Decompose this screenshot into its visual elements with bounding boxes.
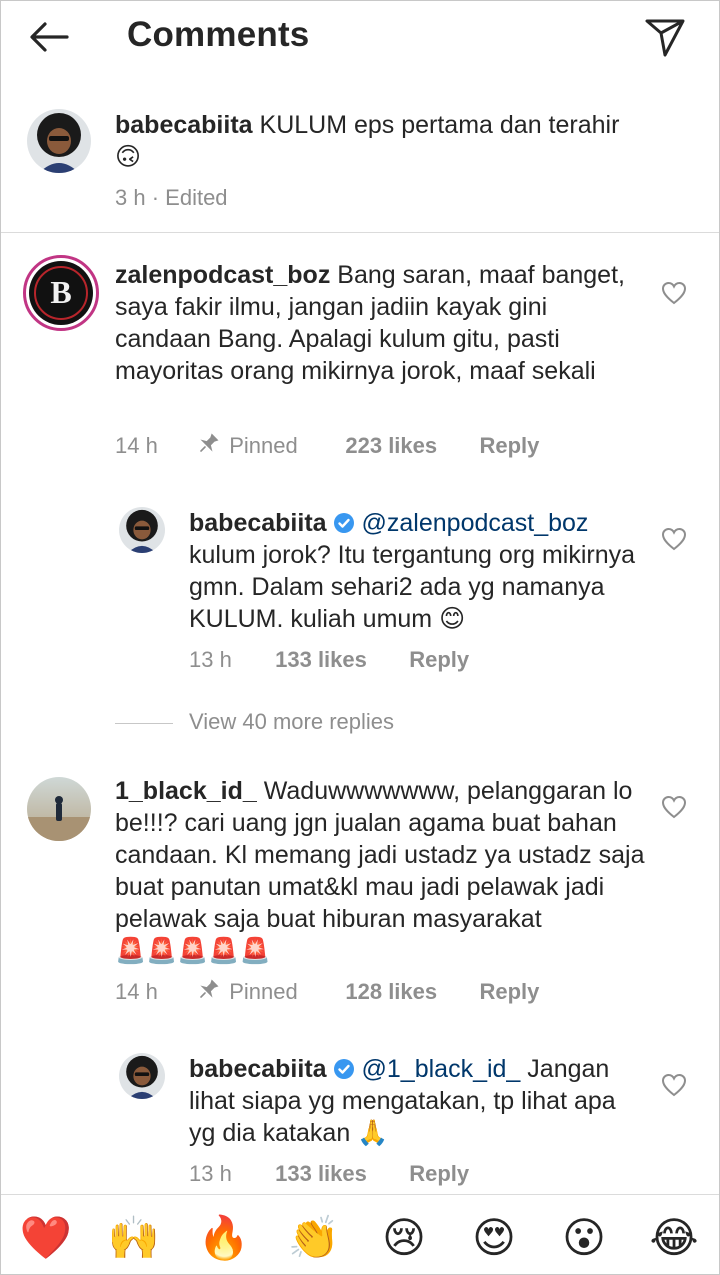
- comment-body: kulum jorok? Itu tergantung org mikirnya…: [189, 541, 636, 633]
- avatar[interactable]: [119, 507, 165, 553]
- comment-username[interactable]: babecabiita: [189, 509, 327, 537]
- heart-outline-icon[interactable]: [661, 527, 687, 551]
- verified-badge-icon: [333, 1056, 355, 1079]
- pinned-label: Pinned: [229, 979, 298, 1004]
- avatar[interactable]: B: [23, 255, 99, 331]
- heart-outline-icon[interactable]: [661, 281, 687, 305]
- comment-time: 13 h: [189, 1161, 232, 1186]
- surprised-face-emoji-button[interactable]: 😮: [557, 1211, 611, 1265]
- comment-time: 14 h: [115, 979, 158, 1004]
- reply-button[interactable]: Reply: [409, 1161, 469, 1187]
- heart-eyes-emoji-button[interactable]: 😍: [467, 1211, 521, 1265]
- likes-count[interactable]: 128 likes: [345, 979, 473, 1005]
- comments-screen: Comments babecabiita KULUM eps pertama d…: [0, 0, 720, 1275]
- caption-username[interactable]: babecabiita: [115, 111, 253, 139]
- svg-text:B: B: [50, 274, 71, 310]
- pin-icon: [199, 433, 223, 459]
- smiling-face-emoji: 😊: [439, 604, 466, 633]
- post-caption: babecabiita KULUM eps pertama dan terahi…: [1, 89, 719, 233]
- upside-down-face-emoji: 🙃: [115, 142, 142, 171]
- page-title: Comments: [127, 15, 310, 54]
- comment-meta: 13 h 133 likes Reply: [189, 647, 469, 673]
- send-icon[interactable]: [641, 13, 689, 61]
- crying-face-emoji-button[interactable]: 😢: [377, 1211, 431, 1265]
- tears-of-joy-emoji-button[interactable]: 😂: [647, 1211, 701, 1265]
- siren-emoji: 🚨🚨🚨🚨🚨: [115, 936, 271, 965]
- comment-text: 1_black_id_ Waduwwwwwww, pelanggaran lo …: [115, 775, 645, 967]
- comment-meta: 14 h Pinned 128 likes Reply: [115, 979, 539, 1005]
- pinned-label: Pinned: [229, 433, 298, 458]
- red-heart-emoji-button[interactable]: ❤️: [19, 1211, 73, 1265]
- heart-outline-icon[interactable]: [661, 1073, 687, 1097]
- caption-text: babecabiita KULUM eps pertama dan terahi…: [115, 109, 675, 173]
- caption-time: 3 h: [115, 185, 146, 210]
- comment-time: 13 h: [189, 647, 232, 672]
- reply-button[interactable]: Reply: [409, 647, 469, 673]
- divider: [115, 722, 173, 724]
- top-bar: Comments: [1, 1, 719, 73]
- emoji-reaction-bar: ❤️ 🙌 🔥 👏 😢 😍 😮 😂: [1, 1194, 719, 1274]
- edited-label: Edited: [165, 185, 228, 210]
- mention-link[interactable]: @1_black_id_: [362, 1055, 521, 1083]
- avatar[interactable]: [119, 1053, 165, 1099]
- reply-button[interactable]: Reply: [480, 433, 540, 459]
- avatar[interactable]: [27, 777, 91, 841]
- comment-username[interactable]: 1_black_id_: [115, 777, 257, 805]
- comment-text: zalenpodcast_boz Bang saran, maaf banget…: [115, 259, 645, 387]
- caption-body: KULUM eps pertama dan terahir: [259, 111, 620, 139]
- raising-hands-emoji-button[interactable]: 🙌: [107, 1211, 161, 1265]
- avatar[interactable]: [27, 109, 91, 173]
- likes-count[interactable]: 133 likes: [275, 1161, 403, 1187]
- view-more-replies[interactable]: View 40 more replies: [115, 709, 394, 735]
- view-more-label[interactable]: View 40 more replies: [189, 709, 394, 734]
- caption-meta: 3 h · Edited: [115, 185, 228, 211]
- comment-username[interactable]: zalenpodcast_boz: [115, 261, 330, 289]
- pin-icon: [199, 979, 223, 1005]
- fire-emoji-button[interactable]: 🔥: [197, 1211, 251, 1265]
- likes-count[interactable]: 223 likes: [345, 433, 473, 459]
- mention-link[interactable]: @zalenpodcast_boz: [362, 509, 589, 537]
- likes-count[interactable]: 133 likes: [275, 647, 403, 673]
- heart-outline-icon[interactable]: [661, 795, 687, 819]
- verified-badge-icon: [333, 510, 355, 533]
- reply-button[interactable]: Reply: [480, 979, 540, 1005]
- comment-meta: 14 h Pinned 223 likes Reply: [115, 433, 539, 459]
- reply-text: babecabiita @1_black_id_ Jangan lihat si…: [189, 1053, 649, 1149]
- folded-hands-emoji: 🙏: [357, 1118, 389, 1147]
- meta-separator: ·: [145, 185, 166, 210]
- comment-username[interactable]: babecabiita: [189, 1055, 327, 1083]
- back-arrow-icon[interactable]: [27, 15, 71, 59]
- clapping-hands-emoji-button[interactable]: 👏: [287, 1211, 341, 1265]
- reply-text: babecabiita @zalenpodcast_boz kulum joro…: [189, 507, 649, 635]
- comment-time: 14 h: [115, 433, 158, 458]
- comment-meta: 13 h 133 likes Reply: [189, 1161, 469, 1187]
